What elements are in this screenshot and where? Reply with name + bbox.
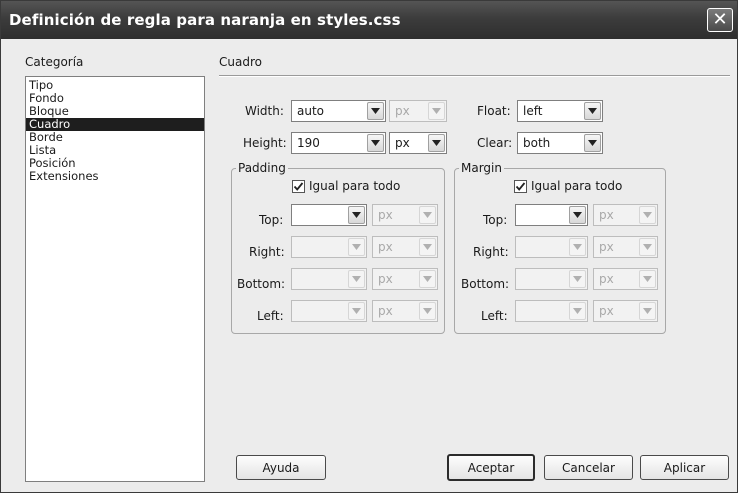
cancel-button[interactable]: Cancelar xyxy=(544,455,633,480)
chevron-down-icon[interactable] xyxy=(348,270,365,288)
category-item-extensiones[interactable]: Extensiones xyxy=(26,170,204,183)
chevron-down-icon[interactable] xyxy=(348,302,365,320)
margin-same-label: Igual para todo xyxy=(531,179,623,193)
section-divider xyxy=(219,75,730,77)
chevron-down-icon[interactable] xyxy=(639,302,656,320)
padding-legend: Padding xyxy=(236,161,288,175)
float-select[interactable]: left xyxy=(517,100,603,122)
margin-left-unit: px xyxy=(599,304,614,318)
width-unit-select[interactable]: px xyxy=(389,100,447,122)
chevron-down-icon[interactable] xyxy=(419,238,436,256)
height-value: 190 xyxy=(297,136,320,150)
padding-right-unit-select[interactable]: px xyxy=(372,236,438,258)
margin-top-unit-select[interactable]: px xyxy=(593,204,658,226)
padding-right-label: Right: xyxy=(249,245,285,259)
margin-top-label: Top: xyxy=(483,213,508,227)
chevron-down-icon[interactable] xyxy=(639,206,656,224)
padding-same-label: Igual para todo xyxy=(309,179,401,193)
padding-top-select[interactable] xyxy=(291,204,367,226)
close-button[interactable]: ✕ xyxy=(707,8,733,32)
window-title: Definición de regla para naranja en styl… xyxy=(9,11,401,29)
padding-left-unit: px xyxy=(378,304,393,318)
clear-value: both xyxy=(523,136,551,150)
clear-label: Clear: xyxy=(477,136,513,150)
chevron-down-icon[interactable] xyxy=(569,238,586,256)
width-value-select[interactable]: auto xyxy=(291,100,386,122)
margin-left-select[interactable] xyxy=(515,300,588,322)
margin-top-select[interactable] xyxy=(515,204,588,226)
height-label: Height: xyxy=(243,136,287,150)
checkbox-checked-icon[interactable] xyxy=(292,179,305,193)
chevron-down-icon[interactable] xyxy=(584,134,601,152)
section-title: Cuadro xyxy=(219,55,262,69)
margin-right-select[interactable] xyxy=(515,236,588,258)
chevron-down-icon[interactable] xyxy=(428,134,445,152)
padding-left-select[interactable] xyxy=(291,300,367,322)
chevron-down-icon[interactable] xyxy=(367,134,384,152)
margin-right-unit-select[interactable]: px xyxy=(593,236,658,258)
margin-bottom-unit: px xyxy=(599,272,614,286)
padding-right-select[interactable] xyxy=(291,236,367,258)
margin-same-checkbox[interactable]: Igual para todo xyxy=(514,179,622,193)
chevron-down-icon[interactable] xyxy=(367,102,384,120)
padding-left-label: Left: xyxy=(257,309,284,323)
chevron-down-icon[interactable] xyxy=(639,238,656,256)
padding-bottom-label: Bottom: xyxy=(237,277,286,291)
padding-top-unit-select[interactable]: px xyxy=(372,204,438,226)
margin-bottom-unit-select[interactable]: px xyxy=(593,268,658,290)
close-icon: ✕ xyxy=(712,9,728,30)
checkbox-checked-icon[interactable] xyxy=(514,179,527,193)
padding-bottom-unit-select[interactable]: px xyxy=(372,268,438,290)
css-rule-definition-dialog: Definición de regla para naranja en styl… xyxy=(0,0,738,493)
chevron-down-icon[interactable] xyxy=(348,238,365,256)
chevron-down-icon[interactable] xyxy=(569,206,586,224)
category-list[interactable]: Tipo Fondo Bloque Cuadro Borde Lista Pos… xyxy=(25,76,205,482)
margin-right-unit: px xyxy=(599,240,614,254)
height-value-select[interactable]: 190 xyxy=(291,132,386,154)
height-unit: px xyxy=(395,136,410,150)
chevron-down-icon[interactable] xyxy=(419,302,436,320)
chevron-down-icon[interactable] xyxy=(569,270,586,288)
chevron-down-icon[interactable] xyxy=(348,206,365,224)
width-label: Width: xyxy=(245,104,284,118)
ok-button[interactable]: Aceptar xyxy=(447,454,535,481)
apply-button[interactable]: Aplicar xyxy=(640,455,729,480)
chevron-down-icon[interactable] xyxy=(569,302,586,320)
help-button[interactable]: Ayuda xyxy=(236,455,326,480)
padding-right-unit: px xyxy=(378,240,393,254)
padding-bottom-select[interactable] xyxy=(291,268,367,290)
margin-top-unit: px xyxy=(599,208,614,222)
margin-bottom-label: Bottom: xyxy=(461,277,510,291)
category-label: Categoría xyxy=(25,55,84,69)
padding-same-checkbox[interactable]: Igual para todo xyxy=(292,179,400,193)
clear-select[interactable]: both xyxy=(517,132,603,154)
title-bar[interactable]: Definición de regla para naranja en styl… xyxy=(1,1,737,39)
padding-bottom-unit: px xyxy=(378,272,393,286)
apply-button-label: Aplicar xyxy=(663,460,706,475)
float-value: left xyxy=(523,104,543,118)
chevron-down-icon[interactable] xyxy=(639,270,656,288)
margin-bottom-select[interactable] xyxy=(515,268,588,290)
width-unit: px xyxy=(395,104,410,118)
chevron-down-icon[interactable] xyxy=(584,102,601,120)
padding-top-label: Top: xyxy=(259,213,284,227)
height-unit-select[interactable]: px xyxy=(389,132,447,154)
margin-legend: Margin xyxy=(459,161,504,175)
chevron-down-icon[interactable] xyxy=(419,270,436,288)
margin-right-label: Right: xyxy=(473,245,509,259)
width-value: auto xyxy=(297,104,325,118)
padding-top-unit: px xyxy=(378,208,393,222)
float-label: Float: xyxy=(477,104,511,118)
chevron-down-icon[interactable] xyxy=(419,206,436,224)
padding-left-unit-select[interactable]: px xyxy=(372,300,438,322)
margin-left-label: Left: xyxy=(481,309,508,323)
margin-left-unit-select[interactable]: px xyxy=(593,300,658,322)
ok-button-label: Aceptar xyxy=(467,460,515,475)
cancel-button-label: Cancelar xyxy=(562,460,615,475)
chevron-down-icon[interactable] xyxy=(428,102,445,120)
help-button-label: Ayuda xyxy=(262,460,300,475)
